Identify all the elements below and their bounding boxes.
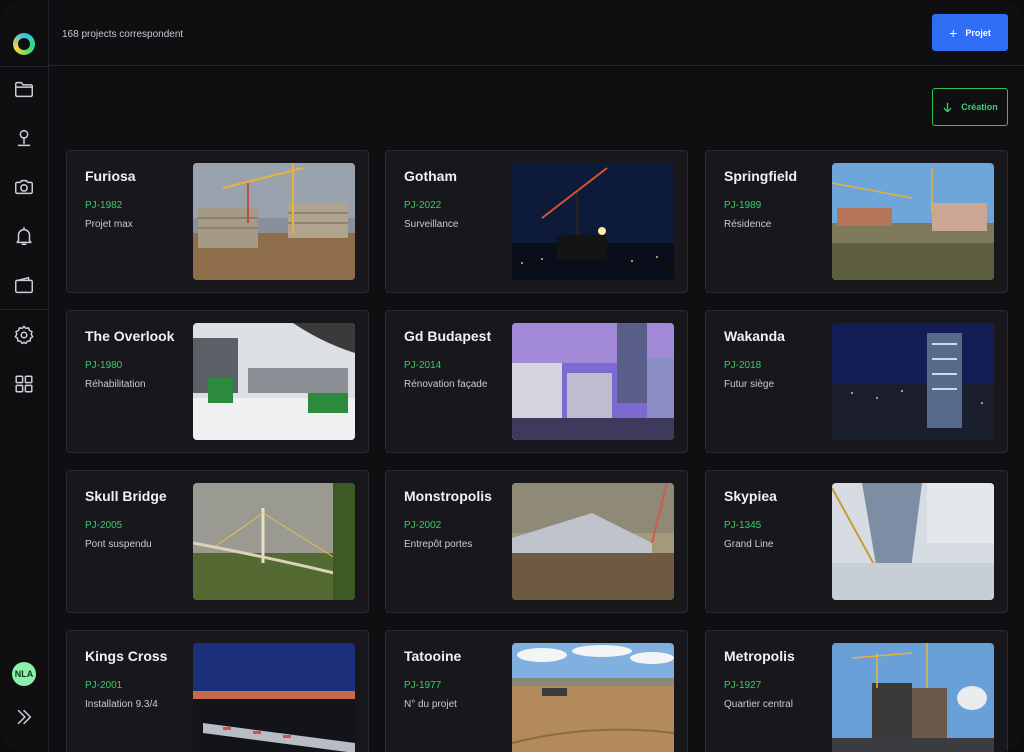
top-bar: 168 projects correspondent + Projet [49, 0, 1024, 66]
project-code: PJ-2014 [404, 360, 442, 371]
settings-icon[interactable] [9, 320, 39, 350]
project-description: Futur siège [724, 379, 775, 390]
user-avatar[interactable]: NLA [12, 662, 36, 686]
project-card[interactable]: Metropolis PJ-1927 Quartier central [705, 630, 1008, 752]
project-card[interactable]: Gd Budapest PJ-2014 Rénovation façade [385, 310, 688, 453]
project-title: Tatooine [404, 648, 462, 664]
app-logo-icon[interactable] [13, 33, 35, 55]
project-title: Skypiea [724, 488, 777, 504]
arrow-down-icon [943, 102, 952, 112]
project-thumbnail [832, 323, 994, 440]
project-code: PJ-1989 [724, 200, 762, 211]
project-thumbnail [832, 163, 994, 280]
project-title: Furiosa [85, 168, 136, 184]
project-title: Kings Cross [85, 648, 168, 664]
project-title: Springfield [724, 168, 798, 184]
location-pin-icon[interactable] [9, 123, 39, 153]
project-card[interactable]: Furiosa PJ-1982 Projet max [66, 150, 369, 293]
project-description: Réhabilitation [85, 379, 146, 390]
project-code: PJ-1927 [724, 680, 762, 691]
project-thumbnail [193, 643, 355, 752]
project-code: PJ-2002 [404, 520, 442, 531]
project-description: Installation 9.3/4 [85, 699, 158, 710]
project-title: Monstropolis [404, 488, 492, 504]
project-thumbnail [512, 643, 674, 752]
project-card[interactable]: Springfield PJ-1989 Résidence [705, 150, 1008, 293]
project-thumbnail [512, 323, 674, 440]
expand-sidebar-icon[interactable] [9, 702, 39, 732]
new-project-label: Projet [965, 27, 991, 38]
sort-creation-button[interactable]: Création [932, 88, 1008, 126]
project-description: Pont suspendu [85, 539, 152, 550]
camera-icon[interactable] [9, 172, 39, 202]
plus-icon: + [949, 24, 958, 41]
project-card[interactable]: The Overlook PJ-1980 Réhabilitation [66, 310, 369, 453]
project-code: PJ-1982 [85, 200, 123, 211]
bell-icon[interactable] [9, 221, 39, 251]
project-thumbnail [832, 643, 994, 752]
project-description: Résidence [724, 219, 772, 230]
project-code: PJ-2005 [85, 520, 123, 531]
project-description: Rénovation façade [404, 379, 488, 390]
sidebar-divider [0, 66, 49, 67]
sort-label: Création [961, 102, 998, 112]
project-thumbnail [193, 483, 355, 600]
wallet-icon[interactable] [9, 270, 39, 300]
app-window: NLA 168 projects correspondent + Projet … [0, 0, 1024, 752]
project-code: PJ-1980 [85, 360, 123, 371]
project-card[interactable]: Kings Cross PJ-2001 Installation 9.3/4 [66, 630, 369, 752]
project-description: N° du projet [404, 699, 457, 710]
project-description: Entrepôt portes [404, 539, 473, 550]
user-initials: NLA [14, 669, 34, 679]
project-title: Metropolis [724, 648, 795, 664]
project-card[interactable]: Tatooine PJ-1977 N° du projet [385, 630, 688, 752]
grid-icon[interactable] [9, 369, 39, 399]
sidebar-divider [0, 309, 49, 310]
sidebar: NLA [0, 0, 49, 752]
project-code: PJ-2001 [85, 680, 123, 691]
project-description: Quartier central [724, 699, 793, 710]
folder-icon[interactable] [9, 74, 39, 104]
project-thumbnail [832, 483, 994, 600]
project-code: PJ-1977 [404, 680, 442, 691]
project-code: PJ-2022 [404, 200, 442, 211]
new-project-button[interactable]: + Projet [932, 14, 1008, 51]
project-card[interactable]: Wakanda PJ-2018 Futur siège [705, 310, 1008, 453]
project-description: Projet max [85, 219, 133, 230]
project-code: PJ-1345 [724, 520, 762, 531]
project-title: Skull Bridge [85, 488, 167, 504]
project-title: Wakanda [724, 328, 785, 344]
project-thumbnail [512, 483, 674, 600]
project-title: The Overlook [85, 328, 175, 344]
project-thumbnail [193, 163, 355, 280]
project-description: Grand Line [724, 539, 774, 550]
project-card[interactable]: Skull Bridge PJ-2005 Pont suspendu [66, 470, 369, 613]
project-description: Surveillance [404, 219, 459, 230]
project-thumbnail [512, 163, 674, 280]
project-title: Gd Budapest [404, 328, 492, 344]
project-card[interactable]: Gotham PJ-2022 Surveillance [385, 150, 688, 293]
project-card[interactable]: Skypiea PJ-1345 Grand Line [705, 470, 1008, 613]
project-thumbnail [193, 323, 355, 440]
project-title: Gotham [404, 168, 457, 184]
results-count: 168 projects correspondent [62, 29, 184, 40]
project-code: PJ-2018 [724, 360, 762, 371]
project-card[interactable]: Monstropolis PJ-2002 Entrepôt portes [385, 470, 688, 613]
